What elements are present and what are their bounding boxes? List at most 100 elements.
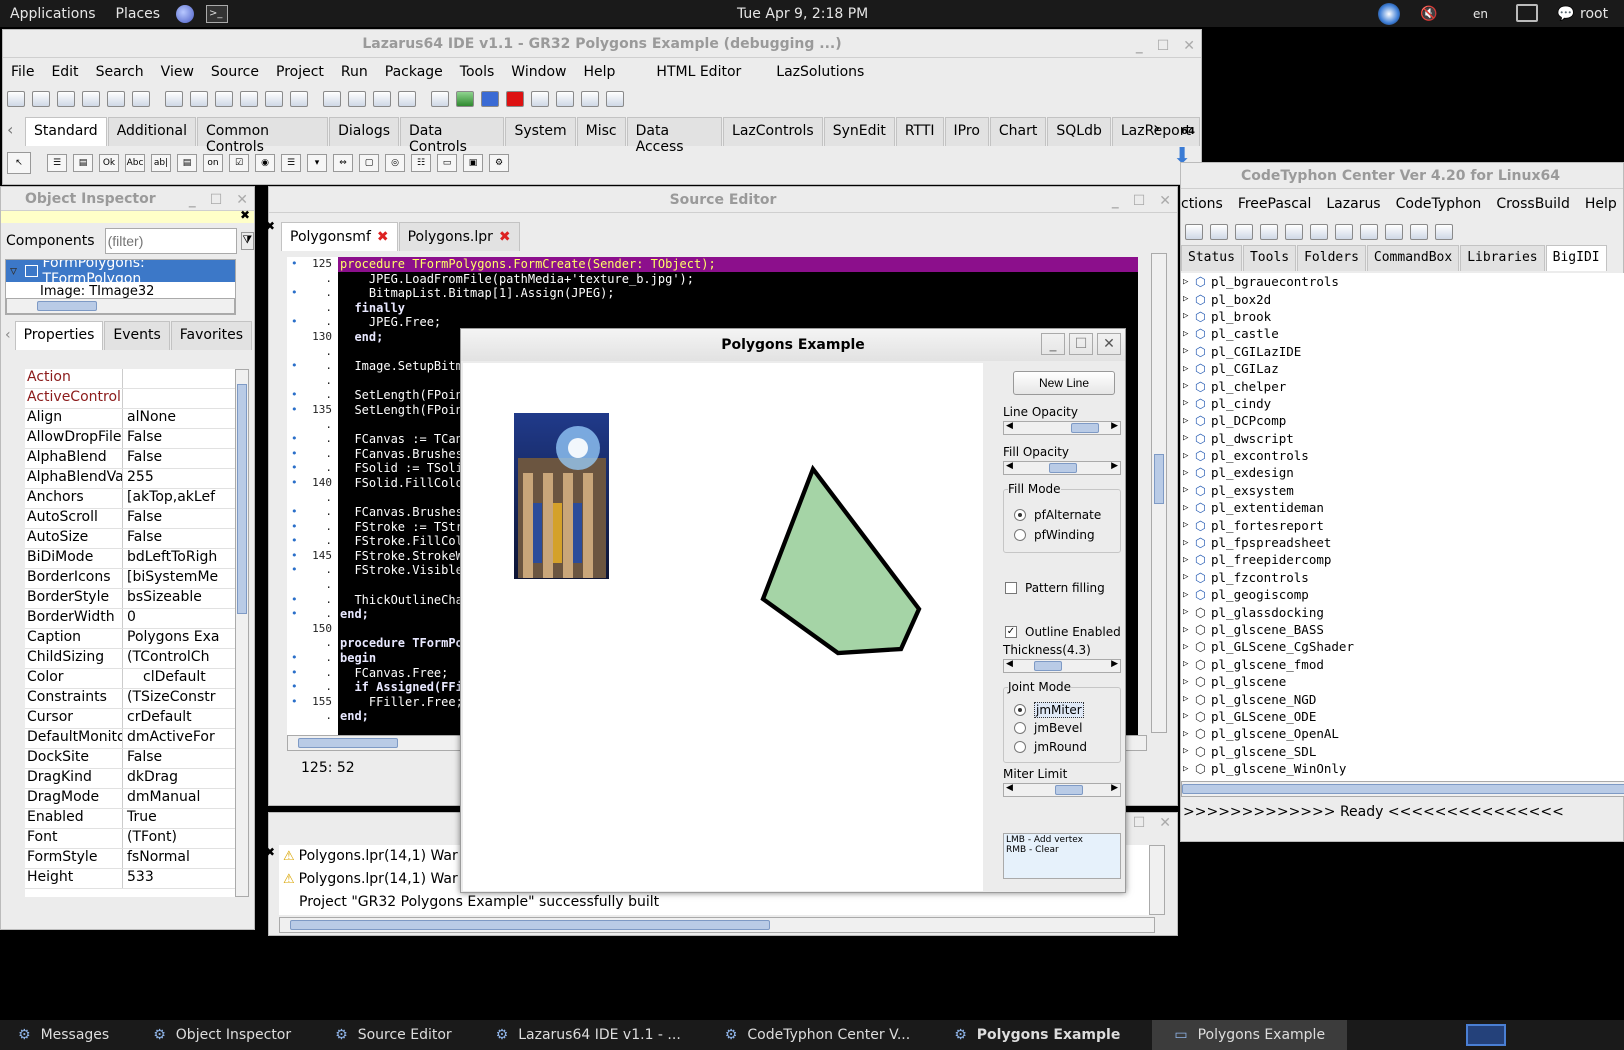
property-value[interactable]: False [123, 749, 235, 768]
palette-tab-additional[interactable]: Additional [107, 116, 196, 146]
palette-tab-chart[interactable]: Chart [989, 116, 1047, 146]
property-row[interactable]: Color clDefault [25, 669, 235, 689]
browser-launcher-icon[interactable] [176, 4, 195, 23]
property-value[interactable]: False [123, 429, 235, 448]
package-item[interactable]: ▷ ⬡ pl_GLScene_ODE [1181, 708, 1624, 725]
terminal-launcher-icon[interactable]: >_ [206, 4, 229, 23]
package-item[interactable]: ▷ ⬡ pl_CGILaz [1181, 360, 1624, 377]
refresh-icon[interactable] [1235, 224, 1253, 240]
expand-icon[interactable]: ▷ [1183, 694, 1195, 704]
menu-project[interactable]: Project [276, 64, 324, 80]
breakpoint-dot-icon[interactable]: • [291, 286, 298, 299]
package-item[interactable]: ▷ ⬡ pl_geogiscomp [1181, 586, 1624, 603]
expand-icon[interactable]: ▷ [1183, 572, 1195, 582]
palette-tab-ipro[interactable]: IPro [944, 116, 989, 146]
property-row[interactable]: Cursor crDefault [25, 709, 235, 729]
property-row[interactable]: AutoSize False [25, 529, 235, 549]
package-item[interactable]: ▷ ⬡ pl_fortesreport [1181, 516, 1624, 533]
property-value[interactable]: 533 [123, 869, 235, 888]
property-value[interactable]: False [123, 529, 235, 548]
property-value[interactable]: False [123, 449, 235, 468]
tab-polygons-lpr[interactable]: Polygons.lpr ✖ [398, 221, 520, 251]
save-all-icon[interactable] [165, 91, 183, 107]
property-value[interactable]: Polygons Exa [123, 629, 235, 648]
property-row[interactable]: ▷Font(TFont) [25, 829, 235, 849]
breakpoint-dot-icon[interactable]: • [291, 388, 298, 401]
run-to-icon[interactable] [606, 91, 624, 107]
property-row[interactable]: Caption Polygons Exa [25, 629, 235, 649]
expand-icon[interactable]: ▷ [1183, 329, 1195, 339]
expand-icon[interactable]: ▷ [1183, 659, 1195, 669]
property-value[interactable]: (TSizeConstr [123, 689, 235, 708]
palette-tab-lazcontrols[interactable]: LazControls [723, 116, 823, 146]
tab-properties[interactable]: Properties [14, 320, 104, 350]
property-value[interactable]: (TFont) [123, 829, 235, 848]
ct-menu-item[interactable]: Lazarus [1326, 196, 1380, 212]
se-titlebar[interactable]: Source Editor _ ☐ ✕ [269, 187, 1177, 213]
new-form-icon[interactable] [32, 91, 50, 107]
package-item[interactable]: ▷ ⬡ pl_glassdocking [1181, 603, 1624, 620]
property-row[interactable]: AlphaBlendValue255 [25, 469, 235, 489]
menu-help[interactable]: Help [584, 64, 616, 80]
terminal-icon[interactable] [1260, 224, 1278, 240]
tree-node-form[interactable]: ▿ FormPolygons: TFormPolygon [6, 260, 235, 287]
memo-icon[interactable]: ▤ [177, 154, 197, 172]
volume-muted-icon[interactable]: 🔇 [1420, 6, 1437, 22]
menu-search[interactable]: Search [96, 64, 144, 80]
property-row[interactable]: Action [25, 369, 235, 389]
package-item[interactable]: ▷ ⬡ pl_glscene_WinOnly [1181, 760, 1624, 777]
expand-icon[interactable]: ▷ [1183, 625, 1195, 635]
expand-icon[interactable]: ▷ [1183, 398, 1195, 408]
settings-icon[interactable] [1360, 224, 1378, 240]
step-out-icon[interactable] [581, 91, 599, 107]
check-box-icon[interactable]: ☑ [229, 154, 249, 172]
property-value[interactable]: fsNormal [123, 849, 235, 868]
close-icon[interactable]: ✖ [240, 208, 250, 222]
expand-icon[interactable]: ▷ [1183, 677, 1195, 687]
property-row[interactable]: AutoScroll False [25, 509, 235, 529]
package-item[interactable]: ▷ ⬡ pl_freepidercomp [1181, 551, 1624, 568]
save-icon[interactable] [132, 91, 150, 107]
property-row[interactable]: DragMode dmManual [25, 789, 235, 809]
package-item[interactable]: ▷ ⬡ pl_bgrauecontrols [1181, 273, 1624, 290]
step-into-icon[interactable] [531, 91, 549, 107]
breakpoint-dot-icon[interactable]: • [291, 461, 298, 474]
places-menu[interactable]: Places [106, 6, 171, 22]
network-icon[interactable] [1516, 4, 1538, 22]
ct-menu-item[interactable]: CrossBuild [1496, 196, 1570, 212]
breakpoint-dot-icon[interactable]: • [291, 593, 298, 606]
joint-mode-option[interactable]: jmMiter [1014, 702, 1084, 718]
breakpoint-dot-icon[interactable]: • [291, 563, 298, 576]
miter-limit-slider[interactable]: ◀ ▶ [1003, 783, 1121, 797]
package-item[interactable]: ▷ ⬡ pl_glscene_BASS [1181, 621, 1624, 638]
package-item[interactable]: ▷ ⬡ pl_extentideman [1181, 499, 1624, 516]
toggle-box-icon[interactable]: on [203, 154, 223, 172]
expand-icon[interactable]: ▷ [1183, 764, 1195, 774]
property-value[interactable]: True [123, 809, 235, 828]
property-row[interactable]: DefaultMonitor dmActiveFor [25, 729, 235, 749]
run-icon[interactable] [456, 91, 474, 107]
workspace-switcher[interactable] [1466, 1024, 1506, 1046]
grid-icon[interactable] [1435, 224, 1453, 240]
action-list-icon[interactable]: ⚙ [489, 154, 509, 172]
edit-icon[interactable]: ab| [151, 154, 171, 172]
view-forms-icon[interactable] [265, 91, 283, 107]
help-icon[interactable] [1210, 224, 1228, 240]
property-value[interactable]: [akTop,akLef [123, 489, 235, 508]
palette-tab-synedit[interactable]: SynEdit [823, 116, 895, 146]
ct-tab-commandbox[interactable]: CommandBox [1366, 245, 1460, 271]
expand-icon[interactable]: ▷ [1183, 451, 1195, 461]
polygon-canvas[interactable] [463, 363, 983, 891]
breakpoint-dot-icon[interactable]: • [291, 476, 298, 489]
tabs-scroll-right-icon[interactable]: › [1153, 118, 1160, 139]
package-item[interactable]: ▷ ⬡ pl_exsystem [1181, 482, 1624, 499]
expand-icon[interactable]: ▷ [1183, 485, 1195, 495]
taskbar-item[interactable]: ⚙ CodeTyphon Center V... [703, 1020, 932, 1050]
property-row[interactable]: Align alNone [25, 409, 235, 429]
menu-view[interactable]: View [161, 64, 194, 80]
maximize-icon[interactable]: ☐ [1157, 32, 1170, 60]
keyboard-layout[interactable]: en [1473, 7, 1488, 21]
package-item[interactable]: ▷ ⬡ pl_chelper [1181, 377, 1624, 394]
property-value[interactable]: False [123, 509, 235, 528]
ide-titlebar[interactable]: Lazarus64 IDE v1.1 - GR32 Polygons Examp… [3, 30, 1201, 58]
